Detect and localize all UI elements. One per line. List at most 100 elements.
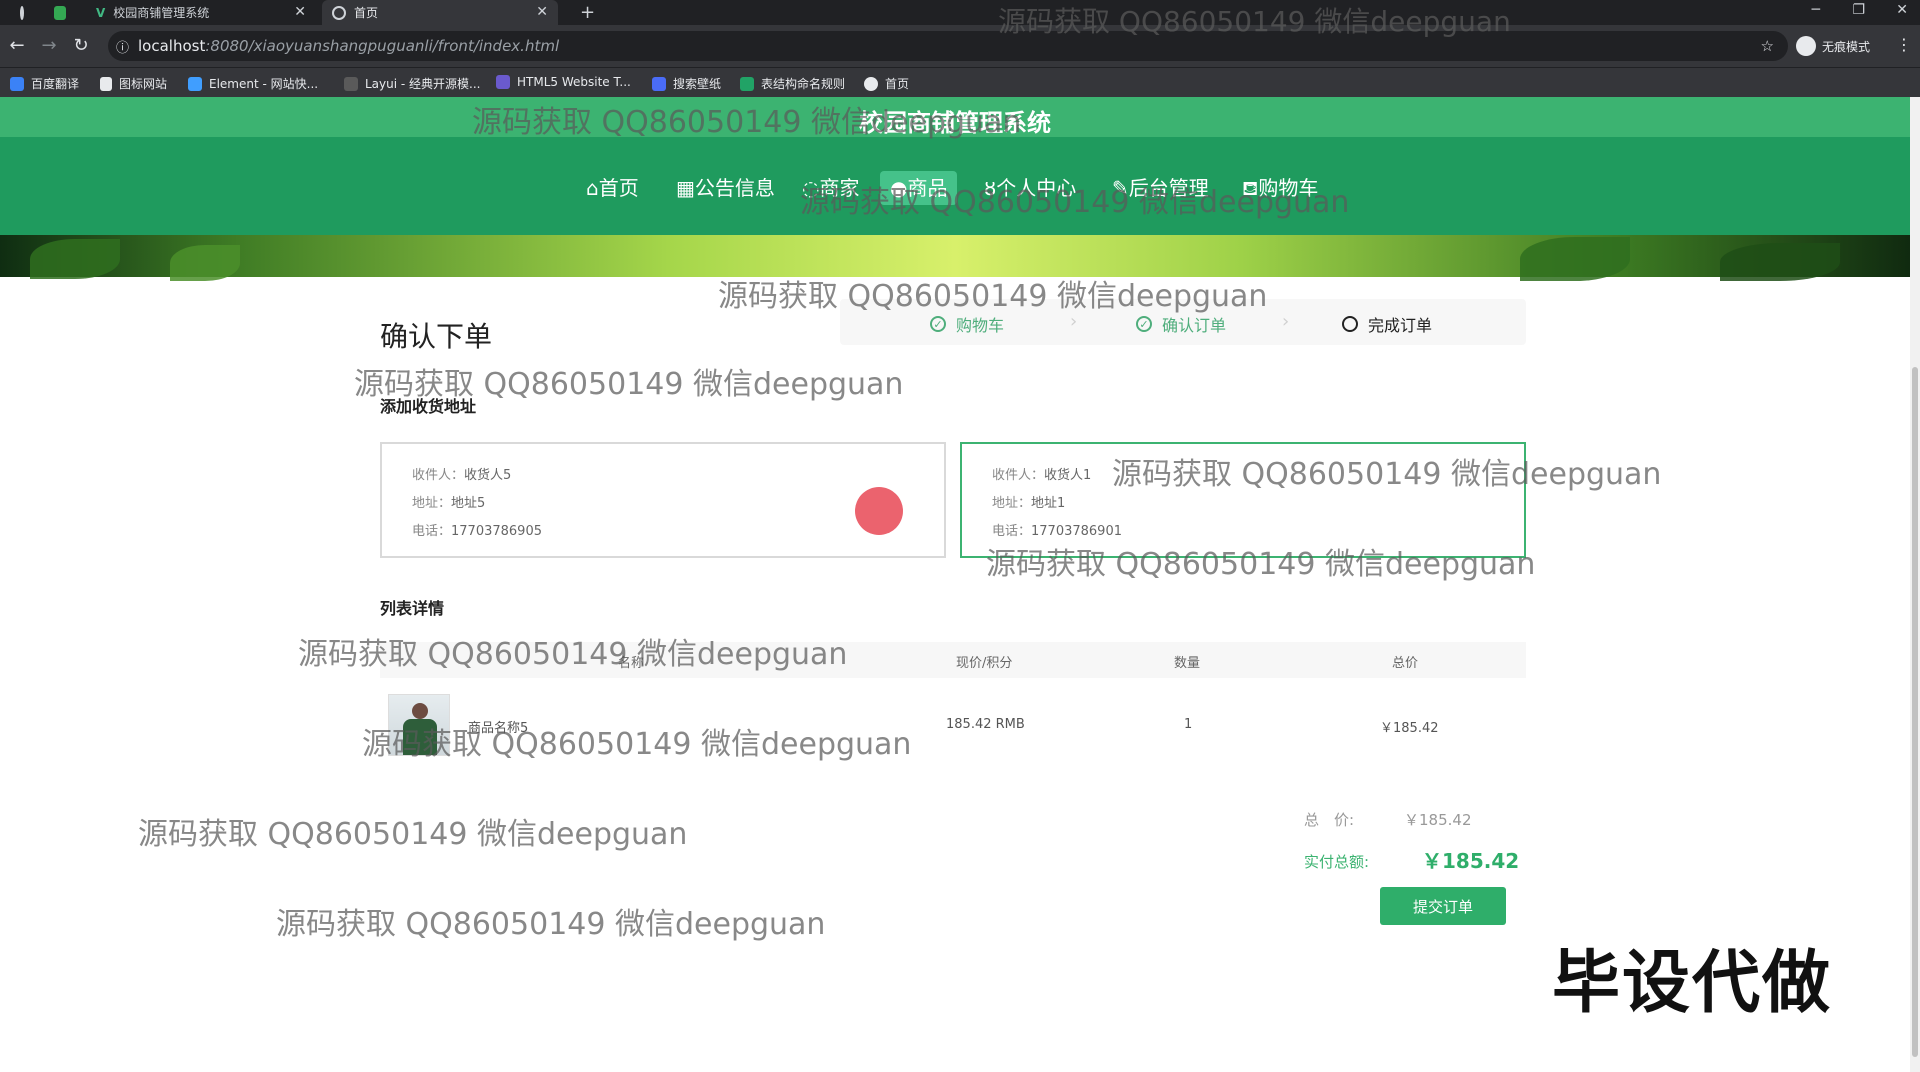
bookmark-item[interactable]: 百度翻译 bbox=[10, 75, 79, 92]
step-label: 确认订单 bbox=[1162, 316, 1227, 335]
bookmark-item[interactable]: 表结构命名规则 bbox=[740, 75, 845, 92]
receiver-row: 收件人：收货人5 bbox=[412, 468, 512, 483]
layui-icon bbox=[344, 76, 358, 91]
step-confirm: ✓ 确认订单 bbox=[1136, 312, 1226, 336]
tab-home[interactable]: 首页 ✕ bbox=[322, 0, 558, 25]
step-cart: ✓ 购物车 bbox=[930, 312, 1004, 336]
product-qty: 1 bbox=[1184, 717, 1193, 732]
receiver-row: 收件人：收货人1 bbox=[992, 468, 1092, 483]
circle-icon bbox=[1342, 316, 1358, 332]
step-label: 购物车 bbox=[956, 316, 1005, 335]
star-icon[interactable]: ☆ bbox=[1761, 37, 1774, 55]
bookmark-label: HTML5 Website T... bbox=[517, 75, 631, 89]
page-title: 确认下单 bbox=[380, 320, 493, 353]
url-path: :8080/xiaoyuanshangpuguanli/front/index.… bbox=[205, 37, 560, 55]
vue-icon: V bbox=[96, 5, 106, 20]
bookmark-label: 搜索壁纸 bbox=[673, 77, 722, 91]
watermark: 源码获取 QQ86050149 微信deepguan bbox=[298, 637, 848, 672]
toolbar: ← → ↻ ⓘ localhost:8080/xiaoyuanshangpugu… bbox=[0, 25, 1920, 67]
watermark: 源码获取 QQ86050149 微信deepguan bbox=[354, 367, 904, 402]
phone-row: 电话：17703786905 bbox=[412, 524, 542, 539]
minimize-icon[interactable]: ─ bbox=[1812, 2, 1820, 18]
restore-icon[interactable]: ❐ bbox=[1852, 2, 1865, 18]
bookmarks-bar: 百度翻译 图标网站 Element - 网站快... Layui - 经典开源模… bbox=[0, 67, 1920, 97]
watermark: 源码获取 QQ86050149 微信deepguan bbox=[1112, 457, 1662, 492]
sheet-icon[interactable] bbox=[44, 0, 84, 25]
list-section-title: 列表详情 bbox=[380, 599, 445, 618]
product-total: ￥185.42 bbox=[1380, 721, 1439, 736]
close-icon[interactable]: ✕ bbox=[294, 4, 306, 20]
col-price: 现价/积分 bbox=[956, 656, 1013, 671]
close-icon[interactable]: ✕ bbox=[536, 4, 548, 20]
html5-icon bbox=[496, 75, 510, 89]
address-row: 地址：地址1 bbox=[992, 496, 1066, 511]
chevron-right-icon: › bbox=[1282, 311, 1290, 332]
bookmark-item[interactable]: Layui - 经典开源模... bbox=[344, 75, 480, 92]
bookmark-label: 百度翻译 bbox=[31, 77, 80, 91]
watermark: 源码获取 QQ86050149 微信deepguan bbox=[362, 727, 912, 762]
translate-icon bbox=[10, 76, 24, 91]
bookmark-label: Element - 网站快... bbox=[209, 77, 319, 91]
watermark: 源码获取 QQ86050149 微信deepguan bbox=[138, 817, 688, 852]
browser-tab-bar: V 校园商铺管理系统 ✕ 首页 ✕ + ─ ❐ ✕ bbox=[0, 0, 1920, 25]
back-icon[interactable]: ← bbox=[6, 35, 28, 57]
bookmark-item[interactable]: 搜索壁纸 bbox=[652, 75, 721, 92]
col-total: 总价 bbox=[1392, 656, 1419, 671]
total-label: 总 价: bbox=[1304, 811, 1355, 829]
submit-order-button[interactable]: 提交订单 bbox=[1380, 887, 1506, 925]
phone-row: 电话：17703786901 bbox=[992, 524, 1122, 539]
check-icon: ✓ bbox=[930, 316, 946, 332]
bookmark-label: 图标网站 bbox=[119, 77, 168, 91]
bookmark-label: 首页 bbox=[885, 77, 910, 91]
cursor-highlight bbox=[855, 487, 903, 535]
step-label: 完成订单 bbox=[1368, 316, 1433, 335]
tab-admin[interactable]: V 校园商铺管理系统 ✕ bbox=[86, 0, 316, 25]
forward-icon[interactable]: → bbox=[38, 35, 60, 57]
watermark: 源码获取 QQ86050149 微信deepguan bbox=[718, 279, 1268, 314]
bookmark-item[interactable]: Element - 网站快... bbox=[188, 75, 318, 92]
col-qty: 数量 bbox=[1174, 656, 1201, 671]
globe-icon bbox=[332, 5, 346, 20]
profile-label: 无痕模式 bbox=[1822, 39, 1871, 54]
sheet-icon bbox=[740, 76, 754, 91]
tab-label: 校园商铺管理系统 bbox=[113, 6, 210, 20]
scrollbar-thumb[interactable] bbox=[1912, 367, 1918, 1057]
promo-stamp: 毕设代做 bbox=[1552, 944, 1833, 1023]
watermark: 源码获取 QQ86050149 微信deepguan bbox=[986, 547, 1536, 582]
window-close-icon[interactable]: ✕ bbox=[1896, 2, 1908, 18]
paid-value: ￥185.42 bbox=[1422, 849, 1520, 873]
bookmark-item[interactable]: HTML5 Website T... bbox=[496, 75, 631, 89]
element-icon bbox=[188, 76, 202, 91]
flag-icon bbox=[100, 76, 112, 91]
reload-icon[interactable]: ↻ bbox=[70, 35, 92, 57]
product-price: 185.42 RMB bbox=[946, 717, 1025, 732]
address-row: 地址：地址5 bbox=[412, 496, 486, 511]
watermark: 源码获取 QQ86050149 微信deepguan bbox=[472, 105, 1022, 140]
check-icon: ✓ bbox=[1136, 316, 1152, 332]
incognito-indicator[interactable]: 无痕模式 bbox=[1796, 36, 1870, 56]
bookmark-item[interactable]: 图标网站 bbox=[100, 75, 167, 92]
globe-icon bbox=[864, 76, 878, 91]
info-icon: ⓘ bbox=[116, 40, 130, 56]
step-complete: 完成订单 bbox=[1342, 312, 1432, 336]
page: 校园商铺管理系统 ⌂首页 ▦公告信息 ◌商家 ●商品 ȣ个人中心 ✎后台管理 ⛾… bbox=[0, 97, 1920, 1072]
menu-icon[interactable]: ⋮ bbox=[1896, 35, 1912, 54]
watermark: 源码获取 QQ86050149 微信deepguan bbox=[800, 185, 1350, 220]
new-tab-button[interactable]: + bbox=[570, 0, 600, 25]
address-bar[interactable]: ⓘ localhost:8080/xiaoyuanshangpuguanli/f… bbox=[108, 31, 1788, 61]
chrome-icon[interactable] bbox=[10, 0, 40, 25]
bookmark-label: Layui - 经典开源模... bbox=[365, 77, 481, 91]
nav-home[interactable]: ⌂首页 bbox=[576, 171, 649, 205]
total-value: ￥185.42 bbox=[1404, 811, 1472, 829]
tab-label: 首页 bbox=[354, 6, 379, 20]
bookmark-item[interactable]: 首页 bbox=[864, 75, 909, 92]
bookmark-label: 表结构命名规则 bbox=[761, 77, 846, 91]
wallpaper-icon bbox=[652, 76, 666, 91]
nav-notices[interactable]: ▦公告信息 bbox=[666, 171, 785, 205]
watermark: 源码获取 QQ86050149 微信deepguan bbox=[276, 907, 826, 942]
paid-label: 实付总额: bbox=[1304, 853, 1370, 871]
incognito-icon bbox=[1796, 36, 1816, 56]
watermark: 源码获取 QQ86050149 微信deepguan bbox=[998, 5, 1511, 38]
scrollbar[interactable] bbox=[1910, 97, 1920, 1072]
url-host: localhost bbox=[138, 37, 206, 55]
